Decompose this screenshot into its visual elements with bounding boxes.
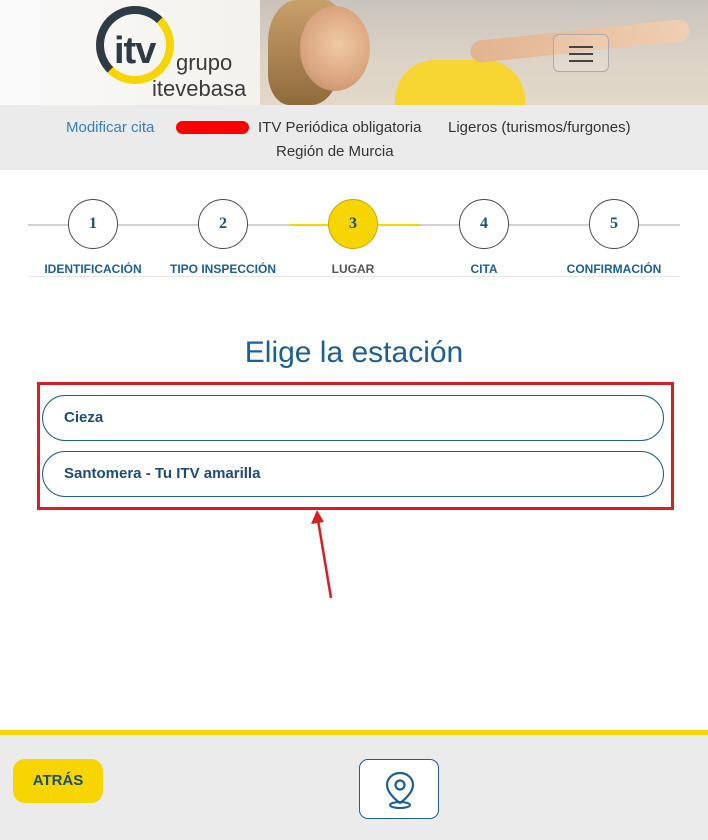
step-4-label: CITA	[470, 262, 498, 276]
logo-text-line1: grupo	[176, 50, 233, 75]
logo-text-line2: itevebasa	[152, 76, 247, 101]
hamburger-menu-icon	[569, 46, 593, 48]
hamburger-menu-button[interactable]	[553, 34, 609, 72]
step-2-circle[interactable]: 2	[198, 199, 248, 249]
step-3-circle: 3	[328, 199, 378, 249]
footer-bar	[0, 730, 708, 840]
modify-appointment-link[interactable]: Modificar cita	[66, 119, 154, 136]
step-5-circle: 5	[589, 199, 639, 249]
region: Región de Murcia	[276, 143, 394, 160]
map-pin-icon	[385, 771, 415, 809]
stepper-divider	[28, 276, 680, 277]
logo-mark: itv	[114, 30, 156, 72]
step-4-circle: 4	[459, 199, 509, 249]
page-title: Elige la estación	[244, 336, 464, 369]
inspection-type: ITV Periódica obligatoria	[258, 119, 422, 136]
station-option-cieza[interactable]: Cieza	[42, 395, 664, 441]
step-1-label[interactable]: IDENTIFICACIÓN	[28, 262, 158, 276]
step-2-label[interactable]: TIPO INSPECCIÓN	[158, 262, 288, 276]
appointment-summary	[0, 105, 708, 170]
step-5-label: CONFIRMACIÓN	[566, 262, 662, 276]
back-button[interactable]: ATRÁS	[13, 759, 103, 803]
annotation-arrow-icon	[311, 510, 333, 599]
map-button[interactable]	[359, 759, 439, 819]
redacted-plate	[176, 121, 249, 134]
step-1-circle[interactable]: 1	[68, 199, 118, 249]
station-option-santomera[interactable]: Santomera - Tu ITV amarilla	[42, 451, 664, 497]
vehicle-category: Ligeros (turismos/furgones)	[448, 119, 631, 136]
itv-logo[interactable]: itv grupo itevebasa	[96, 6, 286, 101]
step-3-label: LUGAR	[331, 262, 375, 276]
